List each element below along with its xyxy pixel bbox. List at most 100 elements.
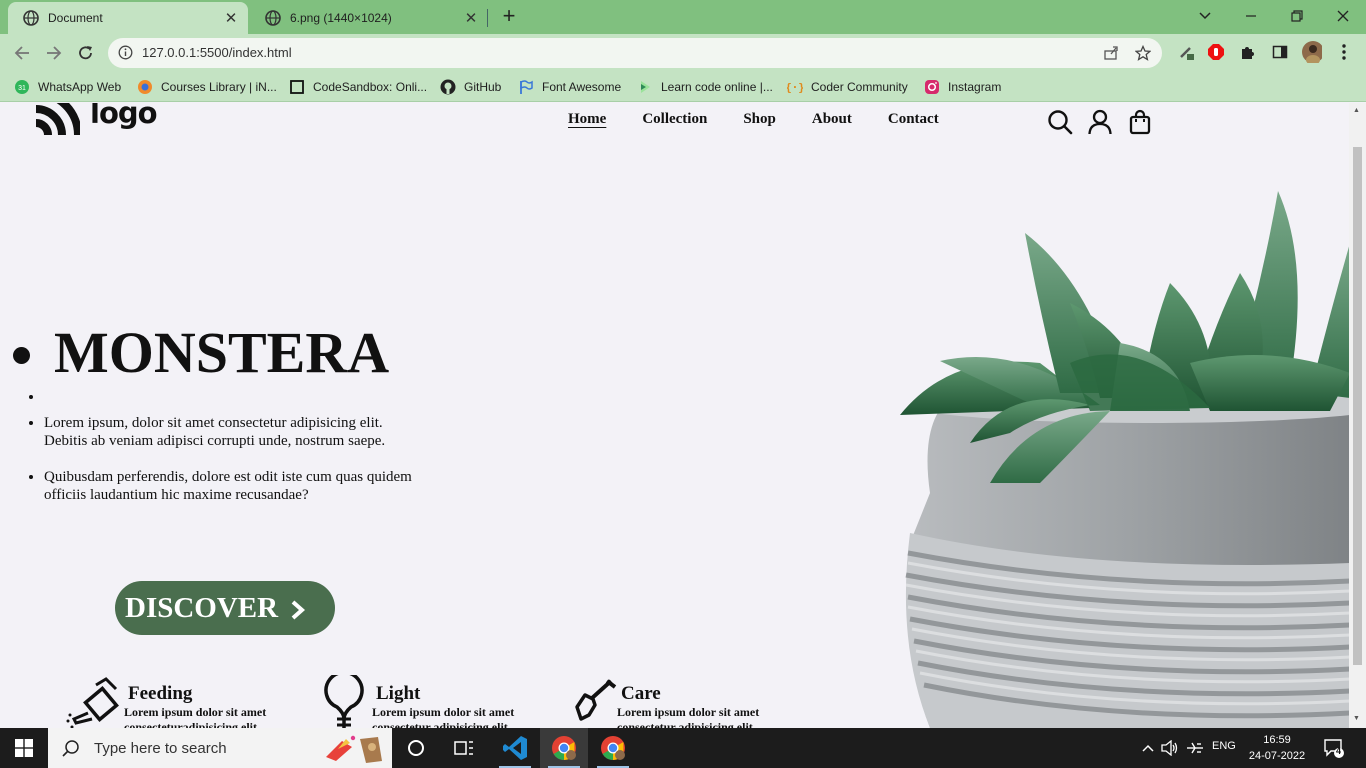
language-indicator[interactable]: ENG <box>1212 740 1236 752</box>
instagram-icon <box>924 79 940 95</box>
logo-text: logo <box>90 103 158 130</box>
task-view-button[interactable] <box>392 728 440 768</box>
extensions-puzzle-icon[interactable] <box>1238 42 1258 62</box>
info-icon[interactable] <box>118 45 133 65</box>
notification-icon <box>1324 739 1344 758</box>
cortana-circle-icon <box>408 740 424 756</box>
coder-icon: {·} <box>787 79 803 95</box>
taskbar-clock[interactable]: 16:59 24-07-2022 <box>1245 732 1309 764</box>
scroll-thumb[interactable] <box>1353 147 1362 665</box>
learn-icon <box>637 79 653 95</box>
nav-shop[interactable]: Shop <box>743 111 776 128</box>
user-icon[interactable] <box>1087 109 1113 135</box>
bookmark-instagram[interactable]: Instagram <box>924 77 1001 97</box>
bookmarks-bar: 31 WhatsApp Web Courses Library | iN... … <box>0 72 1366 102</box>
chrome-icon <box>601 736 625 760</box>
succulent-plant-image <box>900 191 1350 728</box>
volume-icon[interactable] <box>1160 738 1180 758</box>
restore-icon[interactable] <box>1285 5 1309 27</box>
tab-image[interactable]: 6.png (1440×1024) ✕ <box>250 2 488 34</box>
search-placeholder: Type here to search <box>94 739 227 757</box>
minimize-icon[interactable] <box>1239 5 1263 27</box>
hero-paragraph: Lorem ipsum, dolor sit amet consectetur … <box>44 414 424 450</box>
search-icon <box>62 740 79 757</box>
browser-toolbar: 127.0.0.1:5500/index.html <box>0 34 1366 72</box>
bookmark-learn-code[interactable]: Learn code online |... <box>637 77 773 97</box>
globe-icon <box>23 10 39 26</box>
side-panel-icon[interactable] <box>1270 42 1290 62</box>
address-bar[interactable]: 127.0.0.1:5500/index.html <box>108 38 1162 68</box>
discover-label: DISCOVER <box>125 591 279 624</box>
scroll-down-icon[interactable]: ▼ <box>1353 715 1360 722</box>
shopping-bag-icon[interactable] <box>1127 109 1153 135</box>
bookmark-label: GitHub <box>464 80 502 94</box>
url-text: 127.0.0.1:5500/index.html <box>142 45 292 60</box>
scroll-up-icon[interactable]: ▲ <box>1353 107 1360 114</box>
page-viewport: logo Home Collection Shop About Contact … <box>0 103 1366 728</box>
codesandbox-icon <box>289 79 305 95</box>
chrome-icon <box>552 736 576 760</box>
taskbar-chrome-2[interactable] <box>589 728 637 768</box>
bookmark-courses[interactable]: Courses Library | iN... <box>137 77 277 97</box>
search-icon[interactable] <box>1047 109 1073 135</box>
whatsapp-icon: 31 <box>14 79 30 95</box>
back-arrow-icon[interactable] <box>10 42 34 64</box>
windows-taskbar: Type here to search ENG 16:59 24-07-2022… <box>0 728 1366 768</box>
tray-chevron-up-icon[interactable] <box>1138 738 1158 758</box>
tab-divider <box>487 9 488 27</box>
feature-text: Lorem ipsum dolor sit amet consectetur a… <box>372 705 515 728</box>
close-icon[interactable]: ✕ <box>462 9 480 27</box>
tab-title: Document <box>48 11 103 25</box>
bookmark-github[interactable]: GitHub <box>440 77 501 97</box>
windows-start-button[interactable] <box>0 728 48 768</box>
tab-search-icon[interactable] <box>1193 5 1217 27</box>
close-icon[interactable]: ✕ <box>222 9 240 27</box>
network-icon[interactable] <box>1185 738 1205 758</box>
bookmark-coder-community[interactable]: {·} Coder Community <box>787 77 908 97</box>
feature-text: Lorem ipsum dolor sit amet consecteturad… <box>124 705 267 728</box>
timeline-button[interactable] <box>440 728 488 768</box>
clock-date: 24-07-2022 <box>1248 750 1306 762</box>
menu-kebab-icon[interactable] <box>1334 42 1354 62</box>
taskbar-chrome-1[interactable] <box>540 728 588 768</box>
profile-avatar[interactable] <box>1302 41 1322 63</box>
shovel-icon <box>575 679 617 721</box>
nav-contact[interactable]: Contact <box>888 111 939 128</box>
bookmark-whatsapp[interactable]: 31 WhatsApp Web <box>14 77 121 97</box>
forward-arrow-icon[interactable] <box>42 42 66 64</box>
page-scrollbar[interactable]: ▲ ▼ <box>1349 103 1366 728</box>
taskbar-search[interactable]: Type here to search <box>48 728 392 768</box>
notification-center-button[interactable]: 4 <box>1322 738 1346 758</box>
nav-about[interactable]: About <box>812 111 852 128</box>
tab-document[interactable]: Document ✕ <box>8 2 248 34</box>
feature-title: Light <box>376 683 421 704</box>
feature-text: Lorem ipsum dolor sit amet consectetur a… <box>617 705 760 728</box>
hero-title: MONSTERA <box>54 318 424 388</box>
globe-icon <box>265 10 281 26</box>
bookmark-codesandbox[interactable]: CodeSandbox: Onli... <box>289 77 427 97</box>
site-logo[interactable]: logo <box>36 103 158 137</box>
share-icon[interactable] <box>1102 44 1120 62</box>
taskbar-vscode[interactable] <box>491 728 539 768</box>
nav-home[interactable]: Home <box>568 111 606 128</box>
reload-icon[interactable] <box>74 42 98 64</box>
empty-bullet <box>44 388 424 414</box>
courses-icon <box>137 79 153 95</box>
windows-logo-icon <box>15 739 33 757</box>
adblock-extension-icon[interactable] <box>1206 42 1226 62</box>
discover-button[interactable]: DISCOVER <box>115 581 335 635</box>
bookmark-font-awesome[interactable]: Font Awesome <box>518 77 621 97</box>
flag-icon <box>518 79 534 95</box>
bookmark-label: Learn code online |... <box>661 80 773 94</box>
eyedropper-extension-icon[interactable] <box>1176 42 1196 62</box>
github-icon <box>440 79 456 95</box>
new-tab-button[interactable]: + <box>498 5 520 28</box>
tab-title: 6.png (1440×1024) <box>290 11 392 25</box>
main-nav: Home Collection Shop About Contact <box>568 111 975 128</box>
close-window-icon[interactable] <box>1331 5 1355 27</box>
task-view-icon <box>454 741 473 755</box>
nav-collection[interactable]: Collection <box>642 111 707 128</box>
bookmark-label: Font Awesome <box>542 80 622 94</box>
watering-can-icon <box>66 677 119 728</box>
bookmark-star-icon[interactable] <box>1134 44 1152 62</box>
